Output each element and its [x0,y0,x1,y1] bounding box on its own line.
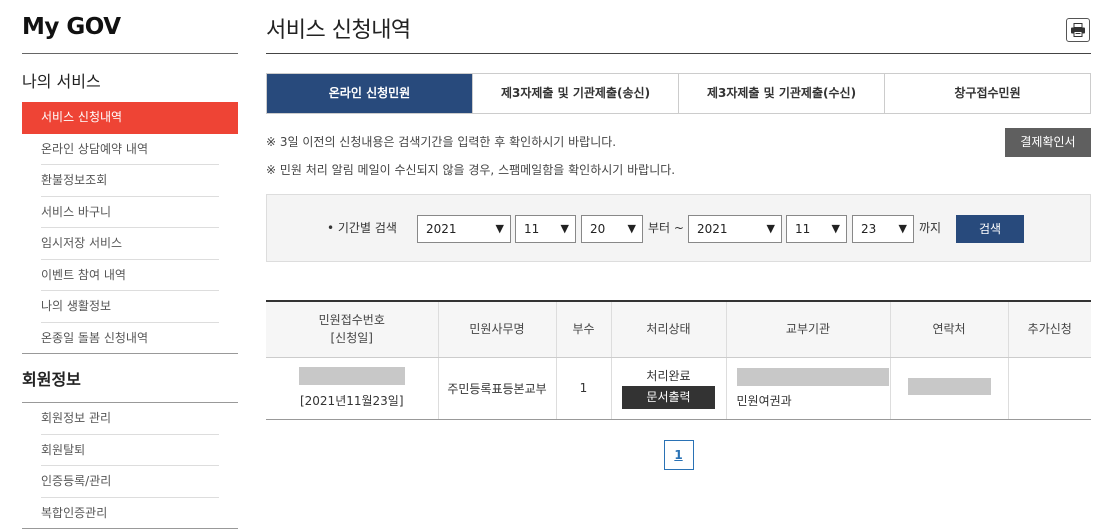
page-title-bar: 서비스 신청내역 [266,0,1091,54]
chevron-down-icon: ▼ [766,222,775,235]
cell-receipt-no: [2021년11월23일] [266,357,438,420]
col-receipt-no-label: 민원접수번호 [318,313,385,328]
notice-spam-mail: ※ 민원 처리 알림 메일이 수신되지 않을 경우, 스팸메일함을 확인하시기 … [266,163,676,177]
sidebar-item-refund-info[interactable]: 환불정보조회 [22,165,238,197]
sidebar-item-member-manage[interactable]: 회원정보 관리 [22,403,238,435]
main-content: 서비스 신청내역 온라인 신청민원 제3자제출 및 기관제출(송신) 제3자제출… [266,0,1091,470]
notice-search-period: ※ 3일 이전의 신청내용은 검색기간을 입력한 후 확인하시기 바랍니다. [266,135,617,149]
from-year-value: 2021 [426,222,457,236]
to-day-value: 23 [861,222,877,236]
table-row: [2021년11월23일] 주민등록표등본교부 1 처리완료 문서출력 민원여권… [266,357,1091,420]
apply-date: [2021년11월23일] [299,394,404,408]
my-services-menu: 서비스 신청내역 온라인 상담예약 내역 환불정보조회 서비스 바구니 임시저장… [22,102,238,354]
sidebar-item-life-info[interactable]: 나의 생활정보 [22,291,238,323]
col-apply-date-label: [신청일] [330,331,373,346]
tab-bar: 온라인 신청민원 제3자제출 및 기관제출(송신) 제3자제출 및 기관제출(수… [266,73,1091,114]
col-status: 처리상태 [610,300,726,358]
sidebar-item-cert-manage[interactable]: 인증등록/관리 [22,466,238,498]
col-receipt-no: 민원접수번호 [신청일] [266,300,438,358]
cell-copies: 1 [555,357,611,420]
tab-third-party-received[interactable]: 제3자제출 및 기관제출(수신) [678,74,884,113]
col-extra: 추가신청 [1007,300,1091,358]
chevron-down-icon: ▼ [560,222,569,235]
from-month-value: 11 [524,222,540,236]
to-month-select[interactable]: 11 ▼ [786,215,847,243]
pagination: 1 [266,439,1091,470]
payment-receipt-button[interactable]: 결제확인서 [1005,128,1091,157]
member-info-heading: 회원정보 [22,354,238,403]
period-search-label: • 기간별 검색 [327,221,397,235]
table-header-row: 민원접수번호 [신청일] 민원사무명 부수 처리상태 교부기관 연락처 추가신청 [266,300,1091,358]
search-button[interactable]: 검색 [956,215,1024,243]
print-button[interactable] [1066,18,1090,42]
sidebar-item-service-cart[interactable]: 서비스 바구니 [22,197,238,229]
col-office: 민원사무명 [437,300,556,358]
member-info-menu: 회원정보 관리 회원탈퇴 인증등록/관리 복합인증관리 [22,403,238,529]
tab-online-applications[interactable]: 온라인 신청민원 [267,74,472,113]
chevron-down-icon: ▼ [898,222,907,235]
chevron-down-icon: ▼ [627,222,636,235]
period-search-box: • 기간별 검색 2021 ▼ 11 ▼ 20 ▼ 부터 ~ 2021 ▼ 11 ▼ 23… [266,194,1091,262]
redacted-agency-name [736,367,889,386]
brand-title[interactable]: My GOV [22,0,238,54]
redacted-receipt-number [298,367,405,385]
my-services-heading: 나의 서비스 [22,72,101,91]
cell-contact [889,357,1008,420]
from-day-value: 20 [590,222,606,236]
redacted-contact [907,378,991,395]
cell-extra [1007,357,1091,420]
from-year-select[interactable]: 2021 ▼ [417,215,511,243]
tab-counter-applications[interactable]: 창구접수민원 [884,74,1090,113]
to-month-value: 11 [795,222,811,236]
to-year-value: 2021 [697,222,728,236]
to-day-select[interactable]: 23 ▼ [852,215,914,243]
agency-department: 민원여권과 [736,393,792,408]
page-number-current[interactable]: 1 [663,439,694,470]
col-contact: 연락처 [889,300,1008,358]
status-text: 처리완료 [646,369,691,383]
page-title: 서비스 신청내역 [266,18,411,43]
sidebar-item-consult-reservations[interactable]: 온라인 상담예약 내역 [22,134,238,166]
cell-status: 처리완료 문서출력 [610,357,726,420]
chevron-down-icon: ▼ [831,222,840,235]
sidebar-item-temp-saved[interactable]: 임시저장 서비스 [22,228,238,260]
sidebar-item-multi-cert[interactable]: 복합인증관리 [22,498,238,530]
to-separator: 까지 [919,221,942,235]
cell-office: 주민등록표등본교부 [437,357,556,420]
applications-table: 민원접수번호 [신청일] 민원사무명 부수 처리상태 교부기관 연락처 추가신청… [266,300,1091,420]
sidebar: My GOV 나의 서비스 서비스 신청내역 온라인 상담예약 내역 환불정보조… [22,0,238,529]
from-month-select[interactable]: 11 ▼ [515,215,576,243]
col-agency: 교부기관 [725,300,890,358]
cell-agency: 민원여권과 [725,357,890,420]
to-year-select[interactable]: 2021 ▼ [688,215,782,243]
sidebar-item-event-history[interactable]: 이벤트 참여 내역 [22,260,238,292]
from-day-select[interactable]: 20 ▼ [581,215,643,243]
sidebar-item-withdraw[interactable]: 회원탈퇴 [22,435,238,467]
col-copies: 부수 [555,300,611,358]
chevron-down-icon: ▼ [495,222,504,235]
printer-icon [1071,23,1085,37]
tab-third-party-sent[interactable]: 제3자제출 및 기관제출(송신) [472,74,678,113]
print-document-button[interactable]: 문서출력 [622,386,715,409]
sidebar-item-allday-care[interactable]: 온종일 돌봄 신청내역 [22,323,238,355]
from-separator: 부터 ~ [648,221,684,235]
sidebar-item-service-history[interactable]: 서비스 신청내역 [22,102,238,134]
notice-area: ※ 3일 이전의 신청내용은 검색기간을 입력한 후 확인하시기 바랍니다. ※… [266,128,1091,190]
